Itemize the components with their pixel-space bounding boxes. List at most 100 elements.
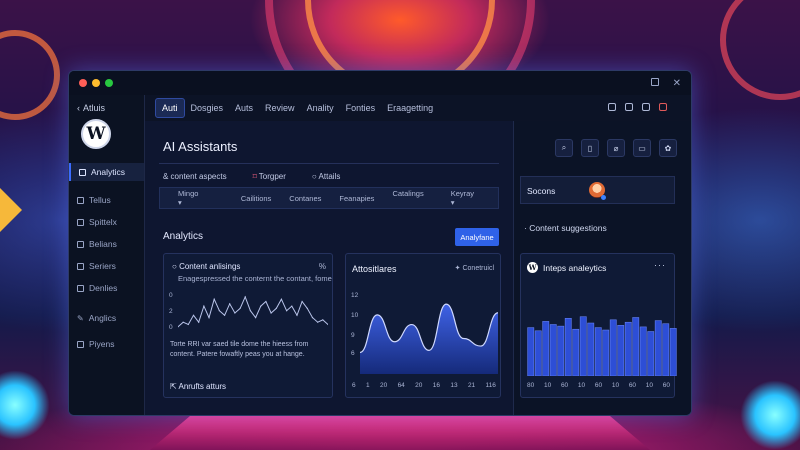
top-navigation: Auti Dosgies Auts Review Anality Fonties… [155,97,439,119]
bar [624,321,632,376]
analyfane-button[interactable]: Analyfane [455,228,499,246]
background-ring [0,30,60,120]
tab-anality[interactable]: Anality [301,99,340,117]
x-tick-label: 16 [432,382,440,389]
right-panel: ⌕ ▯ ⌀ ▭ ✿ Socons · Content suggestions W… [513,121,691,415]
data-point [213,298,215,300]
minimize-window-dot[interactable] [92,79,100,87]
toolbar-feanapies[interactable]: Feanapies [330,194,383,203]
data-point [286,310,288,312]
filter-content-aspects[interactable]: & content aspects [163,172,227,181]
content-suggestions-item[interactable]: · Content suggestions [524,223,607,233]
y-tick-label: 10 [351,312,359,319]
toolbar-catalings[interactable]: Catalings [383,189,432,207]
bar [617,325,625,376]
mingo-dropdown[interactable]: Mingo ▾ [160,189,232,207]
data-point [192,314,195,316]
folder-icon[interactable]: ▭ [633,139,651,157]
more-options-icon[interactable]: ··· [654,260,666,270]
x-tick-label: 20 [415,382,423,389]
content-line-chart [178,295,328,328]
data-point [311,317,314,319]
data-point [203,305,205,307]
document-icon[interactable]: ▯ [581,139,599,157]
plugin-icon[interactable]: ✿ [659,139,677,157]
bar [662,323,670,376]
sidebar-item-label: Analytics [91,167,126,177]
keyray-dropdown[interactable]: Keyray ▾ [433,189,498,207]
dropdown-label: Keyray [450,189,475,198]
bar [654,320,662,376]
filter-attails[interactable]: ○ Attails [312,172,340,181]
bar [564,318,572,376]
copy-icon[interactable] [642,103,650,111]
tab-fonties[interactable]: Fonties [340,99,382,117]
delete-icon[interactable] [659,103,667,111]
main-content: AI Assistants & content aspects ⌑ Torgpe… [145,121,513,415]
bar [587,322,595,376]
tab-auti[interactable]: Auti [155,98,185,118]
toolbar-cailitions[interactable]: Cailitions [232,194,280,203]
inteps-analytics-card: W Inteps analeytics ··· 80 10 60 10 60 10 60 10… [520,253,677,398]
sidebar-item-analytics[interactable]: Analytics [69,163,144,181]
x-tick-label: 64 [397,382,405,389]
x-tick-label: 21 [467,382,476,389]
analytics-icon [79,168,86,176]
background-arrow-shape [0,180,22,240]
search-icon[interactable]: ⌕ [555,139,573,157]
data-point [301,300,303,303]
x-tick-label: 6 [352,382,356,389]
tab-eraagetting[interactable]: Eraagetting [381,99,439,117]
filter-label: Torgper [258,172,286,181]
tab-auts[interactable]: Auts [229,99,259,117]
x-axis-labels: 80 10 60 10 60 10 60 10 60 [527,382,670,389]
settings-icon[interactable] [625,103,633,111]
bar [557,325,565,376]
toolbar-contanes[interactable]: Contanes [280,194,330,203]
card-footer[interactable]: ⇱ Anrufts atturs [170,382,226,391]
sidebar-item-spittelx[interactable]: Spittelx [69,213,144,231]
data-point [280,298,283,300]
card-title: ○ Content anlisings [172,262,240,271]
filter-torgper[interactable]: ⌑ Torgper [253,172,286,181]
data-point [218,310,220,312]
sidebar-item-denlies[interactable]: Denlies [69,279,144,297]
data-point [244,296,246,298]
card-filter[interactable]: ✦ Conetruicl [455,264,494,272]
sidebar-item-seriers[interactable]: Seriers [69,257,144,275]
restore-window-icon[interactable] [650,77,659,86]
sidebar-item-piyens[interactable]: Piyens [69,335,144,353]
x-tick-label: 13 [450,382,458,389]
refresh-icon[interactable] [608,103,616,111]
close-window-icon[interactable]: ✕ [673,78,681,89]
close-window-dot[interactable] [79,79,87,87]
bar [542,321,550,376]
bar [527,327,535,376]
grid-icon [77,196,84,204]
data-point [322,319,324,321]
bar [609,319,617,376]
sessions-box[interactable]: Socons [520,176,675,204]
x-tick-label: 10 [611,382,620,389]
sidebar-item-tellus[interactable]: Tellus [69,191,144,209]
online-status-dot [601,195,606,200]
bar [572,328,580,376]
paperclip-icon[interactable]: ⌀ [607,139,625,157]
x-tick-label: 20 [379,382,388,389]
data-point [291,305,293,307]
y-tick-label: 0 [169,292,173,299]
percent-icon[interactable]: % [319,262,326,271]
tab-review[interactable]: Review [259,99,301,117]
wordpress-logo-icon[interactable]: W [81,119,111,149]
chevron-left-icon[interactable]: ‹ [77,103,80,113]
filter-label: Attails [318,172,341,181]
right-panel-icons: ⌕ ▯ ⌀ ▭ ✿ [555,139,677,157]
bar [669,328,677,376]
sidebar-item-anglics[interactable]: ✎ Anglics [69,309,144,327]
circle-icon: ○ [172,262,180,271]
box-icon [77,284,84,292]
maximize-window-dot[interactable] [105,79,113,87]
tab-dosgies[interactable]: Dosgies [185,99,230,117]
data-point [198,321,200,323]
sidebar-item-belians[interactable]: Belians [69,235,144,253]
